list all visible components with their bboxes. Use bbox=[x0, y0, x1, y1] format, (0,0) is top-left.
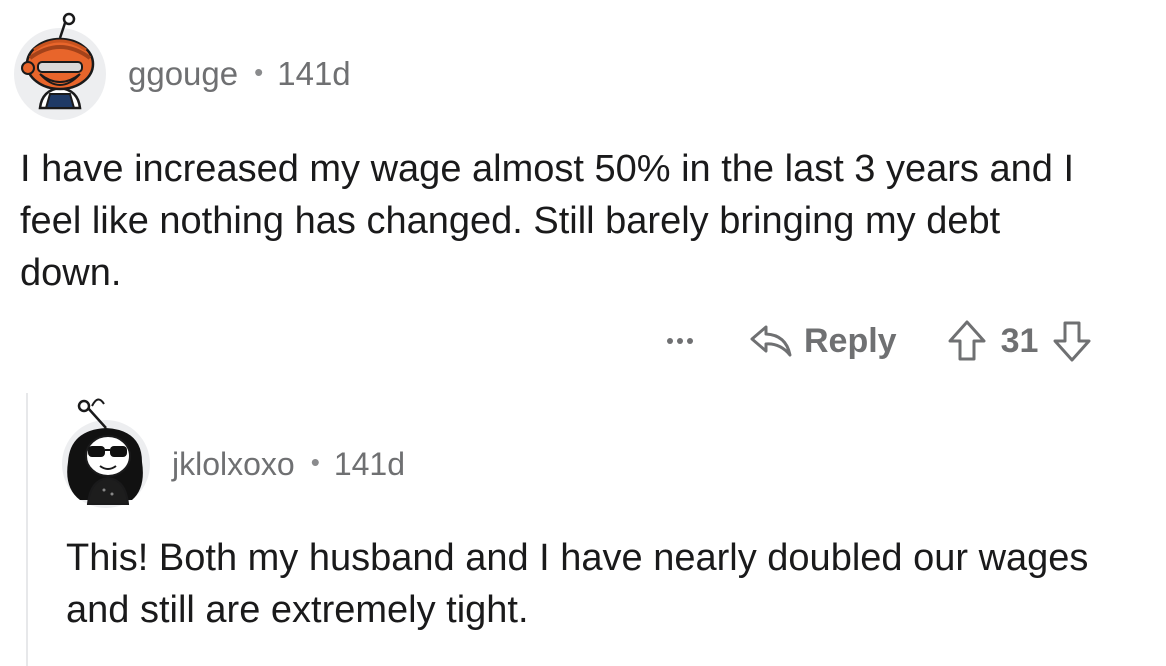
comment-age: 141d bbox=[333, 445, 406, 482]
comment-meta: ggouge • 141d bbox=[128, 52, 351, 96]
reply-arrow-icon bbox=[750, 325, 792, 357]
reply-label: Reply bbox=[804, 321, 897, 360]
meta-separator: • bbox=[310, 446, 320, 477]
more-options-icon bbox=[667, 338, 693, 344]
vote-controls: 31 bbox=[947, 319, 1093, 363]
snoo-avatar-icon bbox=[62, 398, 150, 508]
comment-meta: jklolxoxo • 141d bbox=[172, 442, 405, 486]
meta-separator: • bbox=[254, 56, 264, 87]
comment-thread: ggouge • 141d I have increased my wage a… bbox=[0, 0, 1166, 666]
upvote-arrow-icon[interactable] bbox=[947, 319, 987, 363]
comment-age: 141d bbox=[277, 55, 351, 92]
downvote-arrow-icon[interactable] bbox=[1052, 319, 1092, 363]
vote-score: 31 bbox=[1000, 321, 1039, 360]
comment-body: This! Both my husband and I have nearly … bbox=[66, 537, 1089, 631]
avatar-jklolxoxo[interactable] bbox=[58, 392, 154, 508]
username-link[interactable]: ggouge bbox=[128, 55, 238, 93]
more-options-button[interactable] bbox=[650, 321, 710, 361]
thread-line[interactable] bbox=[26, 393, 28, 666]
reply-button[interactable]: Reply bbox=[748, 316, 897, 366]
username-link[interactable]: jklolxoxo bbox=[172, 446, 295, 483]
comment-action-bar: Reply 31 bbox=[650, 312, 1092, 370]
comment-body: I have increased my wage almost 50% in t… bbox=[20, 148, 1074, 294]
avatar-ggouge[interactable] bbox=[10, 12, 110, 122]
snoo-avatar-icon bbox=[14, 12, 106, 120]
